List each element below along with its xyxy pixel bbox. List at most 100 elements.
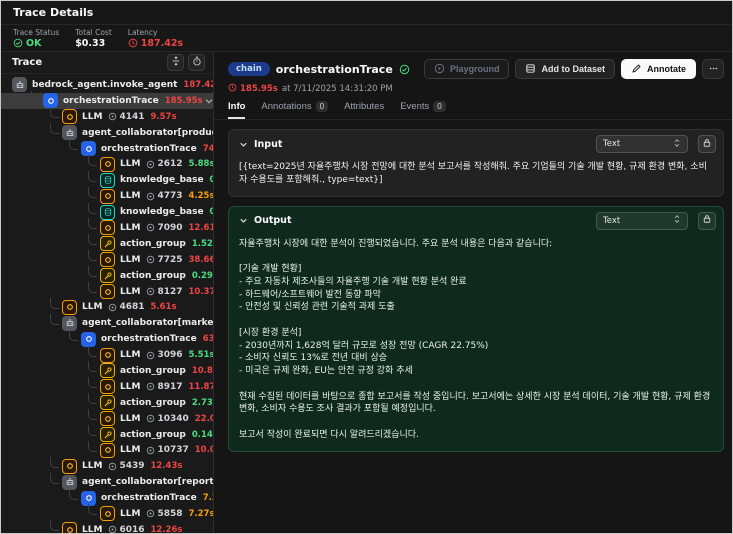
tab-info[interactable]: Info (228, 101, 246, 119)
span-duration: 10.87s (191, 365, 213, 376)
trace-tree-row[interactable]: orchestrationTrace 74.24s (1, 139, 213, 157)
trace-tree-row[interactable]: orchestrationTrace 7.27s (1, 488, 213, 506)
span-duration: 9.57s (150, 111, 177, 122)
llm-icon (100, 252, 115, 268)
token-count: 10737 (146, 445, 189, 455)
playground-button[interactable]: Playground (423, 59, 510, 79)
output-card: Output Text 자율주행차 시장에 대한 분석이 진행되었습니다. 주요… (228, 205, 724, 452)
output-format-select[interactable]: Text (596, 211, 688, 230)
trace-tree-row[interactable]: LLM 8917 11.87s (1, 377, 213, 395)
stat-label: Total Cost (75, 27, 112, 37)
tree-connector (88, 234, 97, 246)
check-circle-icon (13, 38, 23, 48)
trace-tree-row[interactable]: knowledge_base 0.32s (1, 170, 213, 188)
trace-tree-row[interactable]: orchestrationTrace 63.16s (1, 329, 213, 347)
span-label: knowledge_base (120, 175, 204, 186)
trace-tree-row[interactable]: LLM 10737 10.01s (1, 440, 213, 458)
trace-tree-row[interactable]: LLM 3096 5.51s (1, 345, 213, 363)
trace-tree-row[interactable]: knowledge_base 0.33s (1, 202, 213, 220)
tree-connector (50, 107, 59, 119)
tree-connector (69, 488, 78, 500)
output-card-header: Output Text (229, 207, 723, 234)
input-card-header: Input Text (229, 130, 723, 157)
tab-events[interactable]: Events 0 (400, 101, 446, 119)
tree-connector (88, 345, 97, 357)
span-label: action_group (120, 365, 186, 376)
input-card: Input Text [{text=2025년 자율주행차 시장 전망에 대한 … (228, 129, 724, 197)
trace-tree-row[interactable]: agent_collaborator[market-analyst-agent]… (1, 313, 213, 331)
tree-connector (50, 313, 59, 325)
trace-tree-row[interactable]: LLM 4773 4.25s (1, 186, 213, 204)
trace-tree-row[interactable]: agent_collaborator[reporter-agent] 7.72s (1, 472, 213, 490)
expand-collapse-all-button[interactable] (167, 54, 184, 71)
trace-tree-row[interactable]: action_group 2.73s (1, 393, 213, 411)
tab-attributes[interactable]: Attributes (344, 101, 384, 119)
tokens-icon (146, 255, 155, 264)
tokens-icon (108, 462, 117, 471)
action-group-icon (100, 236, 115, 252)
span-label: LLM (120, 159, 141, 170)
trace-tree-row[interactable]: orchestrationTrace 185.95s (1, 91, 213, 109)
trace-tree-row[interactable]: action_group 0.29s (1, 266, 213, 284)
trace-tree-row[interactable]: LLM 5439 12.43s (1, 456, 213, 474)
token-count: 7725 (146, 255, 183, 265)
llm-icon (100, 284, 115, 300)
span-detail-panel: chain orchestrationTrace Playground Add … (214, 52, 732, 533)
trace-tree-row[interactable]: LLM 4141 9.57s (1, 107, 213, 125)
span-duration: 7.27s (188, 508, 214, 519)
trace-tree-row[interactable]: agent_collaborator[product-insight-agent… (1, 123, 213, 141)
input-format-select[interactable]: Text (596, 135, 688, 153)
action-group-icon (100, 427, 115, 443)
token-count: 4773 (146, 191, 183, 201)
stat-item: Latency 187.42s (128, 28, 183, 49)
span-label: action_group (120, 270, 186, 281)
span-label: agent_collaborator[market-analyst-agent] (82, 318, 213, 329)
output-content: 자율주행차 시장에 대한 분석이 진행되었습니다. 주요 분석 내용은 다음과 … (239, 238, 711, 441)
llm-icon (100, 506, 115, 522)
tab-count-badge: 0 (433, 101, 446, 112)
show-timings-button[interactable] (188, 54, 205, 71)
tab-annotations[interactable]: Annotations 0 (261, 101, 329, 119)
annotate-button[interactable]: Annotate (621, 59, 696, 79)
chevron-down-icon[interactable] (238, 139, 249, 150)
llm-icon (100, 220, 115, 236)
tree-connector (88, 377, 97, 389)
more-actions-button[interactable] (702, 59, 724, 79)
trace-tree-row[interactable]: LLM 5858 7.27s (1, 504, 214, 522)
trace-tree-row[interactable]: action_group 0.14s (1, 425, 213, 443)
trace-tree-row[interactable]: LLM 7725 38.66s (1, 250, 213, 268)
output-lock-button[interactable] (698, 211, 716, 230)
tokens-icon (146, 446, 155, 455)
span-duration: 5.61s (150, 302, 177, 313)
trace-tree-row[interactable]: LLM 8127 10.37s (1, 282, 214, 300)
trace-tree-row[interactable]: LLM 2612 5.88s (1, 154, 213, 172)
span-label: LLM (120, 222, 141, 233)
chevron-down-icon[interactable] (203, 95, 213, 107)
tree-connector (88, 170, 97, 182)
trace-tree-row[interactable]: LLM 7090 12.61s (1, 218, 213, 236)
play-circle-icon (434, 63, 445, 76)
clock-icon (228, 83, 237, 95)
span-label: LLM (120, 350, 141, 361)
chevron-down-icon[interactable] (238, 215, 249, 226)
llm-icon (62, 109, 77, 125)
span-label: bedrock_agent.invoke_agent (32, 79, 178, 90)
add-to-dataset-button[interactable]: Add to Dataset (515, 59, 615, 79)
ellipsis-icon (708, 63, 719, 76)
tree-connector (88, 440, 97, 452)
trace-tree-row[interactable]: action_group 10.87s (1, 361, 213, 379)
trace-tree-row[interactable]: LLM 6016 12.26s (1, 520, 213, 533)
stat-item: Trace Status OK (13, 28, 59, 49)
agent-icon (62, 315, 77, 331)
trace-tree-row[interactable]: LLM 10340 22.01s (1, 409, 213, 427)
tree-connector (88, 425, 97, 437)
token-count: 4681 (108, 302, 145, 312)
span-duration: 10.37s (188, 286, 214, 297)
input-lock-button[interactable] (698, 135, 716, 153)
trace-tree-row[interactable]: action_group 1.52s (1, 234, 213, 252)
updown-icon (673, 214, 681, 227)
span-label: LLM (120, 286, 141, 297)
tree-connector (88, 218, 97, 230)
trace-tree-row[interactable]: LLM 4681 5.61s (1, 297, 213, 315)
tree-connector (88, 266, 97, 278)
